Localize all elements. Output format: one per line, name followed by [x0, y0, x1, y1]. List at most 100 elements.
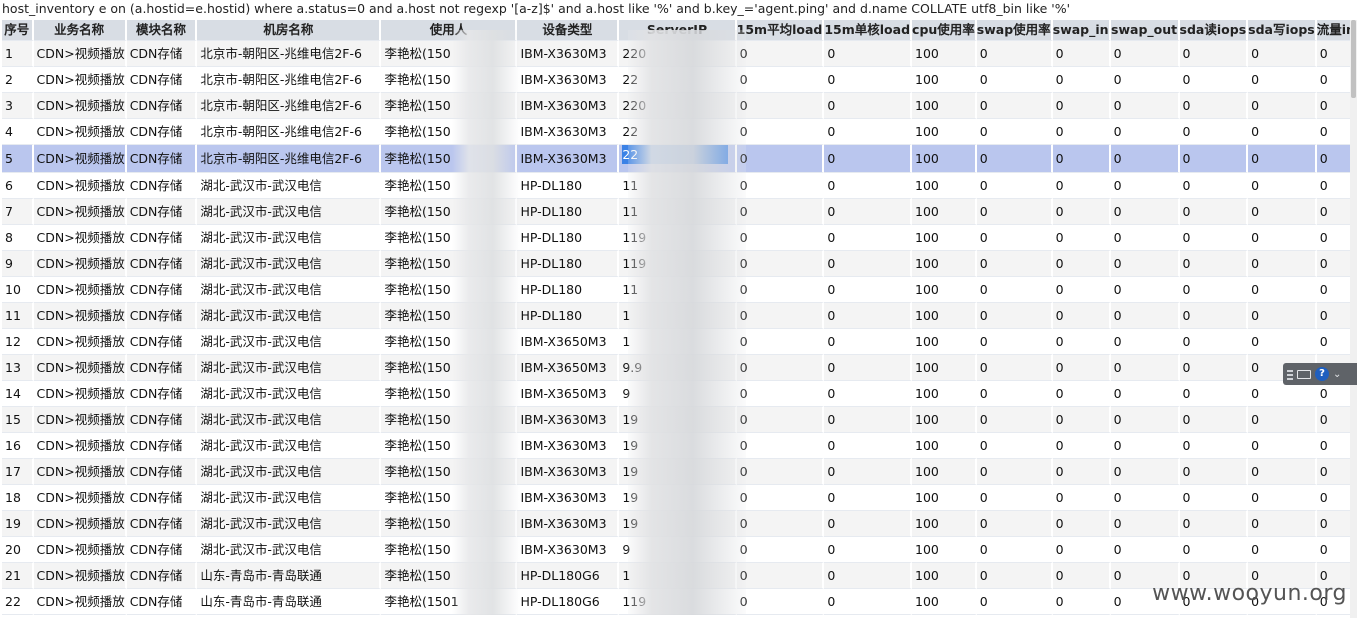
table-cell[interactable]: CDN存储: [126, 119, 198, 145]
table-cell[interactable]: 0: [824, 537, 913, 563]
table-cell[interactable]: 2: [2, 67, 34, 93]
table-cell[interactable]: 100: [912, 381, 977, 407]
table-cell[interactable]: CDN>视频播放: [33, 93, 127, 119]
table-cell[interactable]: 0: [1248, 407, 1317, 433]
table-cell[interactable]: CDN存储: [126, 589, 198, 615]
table-cell[interactable]: 0: [1248, 41, 1317, 67]
table-cell[interactable]: 100: [912, 537, 977, 563]
table-cell[interactable]: 0: [1179, 355, 1249, 381]
table-cell[interactable]: 0: [976, 537, 1053, 563]
table-cell[interactable]: 0: [1248, 119, 1317, 145]
table-cell[interactable]: 0: [976, 485, 1053, 511]
table-cell[interactable]: CDN存储: [126, 41, 198, 67]
table-cell[interactable]: HP-DL180: [517, 225, 620, 251]
table-cell[interactable]: 0: [976, 303, 1053, 329]
table-cell[interactable]: 0: [736, 173, 825, 199]
table-cell[interactable]: 0: [1179, 119, 1249, 145]
table-cell[interactable]: 10: [2, 277, 34, 303]
table-cell[interactable]: IBM-X3630M3: [517, 433, 620, 459]
table-cell[interactable]: 北京市-朝阳区-兆维电信2F-6: [197, 41, 382, 67]
table-cell[interactable]: CDN存储: [126, 93, 198, 119]
table-cell[interactable]: 湖北-武汉市-武汉电信: [197, 303, 382, 329]
table-cell[interactable]: 0: [736, 93, 825, 119]
table-cell[interactable]: IBM-X3630M3: [517, 119, 620, 145]
table-cell[interactable]: 0: [736, 277, 825, 303]
table-cell[interactable]: 0: [824, 41, 913, 67]
table-cell[interactable]: 0: [1179, 459, 1249, 485]
table-cell[interactable]: CDN存储: [126, 173, 198, 199]
table-cell[interactable]: 0: [1179, 433, 1249, 459]
table-cell[interactable]: 17: [2, 459, 34, 485]
table-cell[interactable]: CDN存储: [126, 485, 198, 511]
table-cell[interactable]: 0: [976, 41, 1053, 67]
table-cell[interactable]: 湖北-武汉市-武汉电信: [197, 485, 382, 511]
column-header[interactable]: 机房名称: [197, 20, 382, 41]
table-cell[interactable]: 0: [1110, 41, 1180, 67]
table-cell[interactable]: 0: [1248, 225, 1317, 251]
table-cell[interactable]: CDN存储: [126, 511, 198, 537]
table-cell[interactable]: 0: [1248, 537, 1317, 563]
table-cell[interactable]: 0: [976, 277, 1053, 303]
table-cell[interactable]: CDN>视频播放: [33, 277, 127, 303]
table-cell[interactable]: 湖北-武汉市-武汉电信: [197, 407, 382, 433]
table-cell[interactable]: 0: [736, 563, 825, 589]
table-cell[interactable]: 0: [824, 433, 913, 459]
table-cell[interactable]: 0: [736, 199, 825, 225]
table-cell[interactable]: 0: [976, 251, 1053, 277]
table-cell[interactable]: 0: [736, 355, 825, 381]
table-cell[interactable]: 0: [1248, 511, 1317, 537]
table-cell[interactable]: CDN>视频播放: [33, 407, 127, 433]
table-cell[interactable]: IBM-X3630M3: [517, 93, 620, 119]
table-cell[interactable]: 0: [1179, 407, 1249, 433]
table-cell[interactable]: 100: [912, 93, 977, 119]
table-cell[interactable]: 北京市-朝阳区-兆维电信2F-6: [197, 93, 382, 119]
table-cell[interactable]: IBM-X3650M3: [517, 329, 620, 355]
table-cell[interactable]: 0: [1052, 537, 1111, 563]
table-cell[interactable]: 0: [976, 407, 1053, 433]
table-cell[interactable]: CDN存储: [126, 225, 198, 251]
column-header[interactable]: swap使用率: [976, 20, 1053, 41]
table-cell[interactable]: IBM-X3630M3: [517, 41, 620, 67]
table-cell[interactable]: HP-DL180: [517, 277, 620, 303]
table-cell[interactable]: 0: [976, 563, 1053, 589]
table-cell[interactable]: 0: [736, 589, 825, 615]
floating-toolbar[interactable]: ? ⌄: [1283, 363, 1357, 385]
table-cell[interactable]: IBM-X3630M3: [517, 485, 620, 511]
table-cell[interactable]: 0: [1052, 407, 1111, 433]
table-cell[interactable]: 0: [976, 67, 1053, 93]
table-cell[interactable]: 0: [976, 459, 1053, 485]
table-cell[interactable]: 0: [736, 459, 825, 485]
table-cell[interactable]: 山东-青岛市-青岛联通: [197, 563, 382, 589]
table-cell[interactable]: HP-DL180G6: [517, 563, 620, 589]
table-cell[interactable]: 100: [912, 329, 977, 355]
table-cell[interactable]: 0: [1110, 407, 1180, 433]
column-header[interactable]: sda读iops: [1179, 20, 1249, 41]
table-cell[interactable]: 100: [912, 173, 977, 199]
table-cell[interactable]: 0: [736, 251, 825, 277]
table-cell[interactable]: 湖北-武汉市-武汉电信: [197, 329, 382, 355]
table-cell[interactable]: 0: [736, 225, 825, 251]
table-cell[interactable]: 0: [1052, 93, 1111, 119]
table-cell[interactable]: 湖北-武汉市-武汉电信: [197, 199, 382, 225]
table-cell[interactable]: 0: [1110, 67, 1180, 93]
table-cell[interactable]: CDN>视频播放: [33, 381, 127, 407]
table-cell[interactable]: CDN存储: [126, 407, 198, 433]
table-cell[interactable]: 0: [1248, 145, 1317, 173]
table-cell[interactable]: 0: [736, 511, 825, 537]
table-cell[interactable]: 湖北-武汉市-武汉电信: [197, 381, 382, 407]
table-cell[interactable]: CDN>视频播放: [33, 459, 127, 485]
table-cell[interactable]: IBM-X3630M3: [517, 407, 620, 433]
table-cell[interactable]: 0: [1110, 355, 1180, 381]
table-cell[interactable]: 0: [976, 145, 1053, 173]
table-cell[interactable]: 山东-青岛市-青岛联通: [197, 589, 382, 615]
table-cell[interactable]: 0: [1052, 329, 1111, 355]
table-cell[interactable]: 100: [912, 407, 977, 433]
table-cell[interactable]: 8: [2, 225, 34, 251]
table-cell[interactable]: 0: [976, 119, 1053, 145]
table-cell[interactable]: 北京市-朝阳区-兆维电信2F-6: [197, 67, 382, 93]
table-cell[interactable]: CDN存储: [126, 251, 198, 277]
table-cell[interactable]: CDN存储: [126, 537, 198, 563]
table-cell[interactable]: 0: [1110, 225, 1180, 251]
table-cell[interactable]: 0: [1052, 485, 1111, 511]
table-cell[interactable]: 13: [2, 355, 34, 381]
